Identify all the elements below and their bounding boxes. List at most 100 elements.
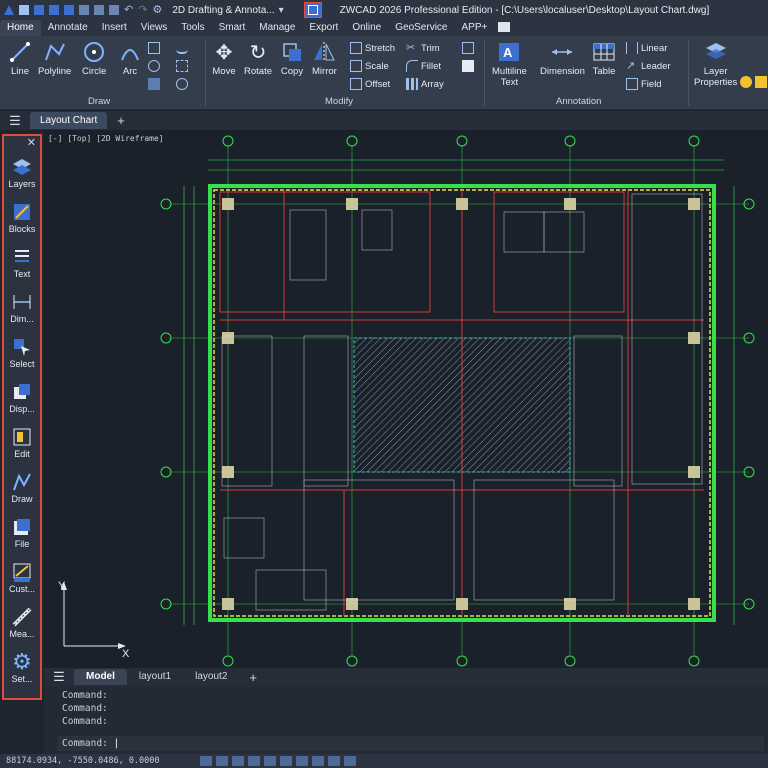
mirror-button[interactable]: Mirror — [312, 40, 337, 77]
panel-settings[interactable]: ⚙ Set... — [4, 651, 40, 685]
tab-model[interactable]: Model — [74, 669, 127, 685]
hatch-tool[interactable] — [148, 78, 160, 90]
app-logo-icon[interactable] — [4, 5, 14, 15]
move-button[interactable]: ✥ Move — [212, 40, 236, 78]
ribbon-tabs: Home Annotate Insert Views Tools Smart M… — [0, 20, 768, 36]
offset-button[interactable]: Offset — [350, 78, 390, 90]
undo-icon[interactable]: ↶ — [124, 5, 133, 16]
close-icon[interactable]: ✕ — [4, 136, 40, 150]
field-icon — [626, 78, 638, 90]
region-tool[interactable] — [176, 60, 188, 72]
command-input[interactable]: Command: | — [58, 736, 764, 751]
circle-label: Circle — [82, 66, 107, 77]
redo-icon[interactable]: ↷ — [138, 5, 147, 16]
tab-layout2[interactable]: layout2 — [183, 669, 239, 685]
snap-mode-icon[interactable] — [200, 756, 212, 766]
copy-button[interactable]: Copy — [280, 40, 304, 77]
panel-measure[interactable]: Mea... — [4, 606, 40, 639]
command-window: Command: Command: Command: Command: | — [44, 686, 768, 754]
field-button[interactable]: Field — [626, 78, 662, 90]
arc-button[interactable]: Arc — [118, 40, 142, 77]
leader-button[interactable]: ↗ Leader — [626, 60, 671, 72]
selection-cycling-icon[interactable] — [344, 756, 356, 766]
tab-geoservice[interactable]: GeoService — [388, 20, 454, 36]
transparency-icon[interactable] — [328, 756, 340, 766]
ortho-mode-icon[interactable] — [232, 756, 244, 766]
ribbon-options-icon[interactable] — [494, 20, 514, 36]
arc-icon — [118, 40, 142, 64]
spline-tool[interactable] — [176, 42, 188, 54]
tab-views[interactable]: Views — [134, 20, 175, 36]
lineweight-icon[interactable] — [312, 756, 324, 766]
tab-online[interactable]: Online — [345, 20, 388, 36]
panel-select[interactable]: Select — [4, 336, 40, 369]
dynamic-input-icon[interactable] — [296, 756, 308, 766]
tab-home[interactable]: Home — [0, 20, 41, 36]
panel-edit[interactable]: Edit — [4, 426, 40, 459]
document-tab-layout-chart[interactable]: Layout Chart — [30, 112, 108, 129]
save-as-icon[interactable] — [64, 5, 74, 15]
panel-layers[interactable]: Layers — [4, 156, 40, 189]
workspace-selector[interactable]: 2D Drafting & Annota... — [172, 5, 274, 16]
menu-icon[interactable]: ☰ — [0, 113, 30, 129]
workspace-dropdown-icon[interactable]: ▾ — [279, 5, 284, 16]
rotate-button[interactable]: ↻ Rotate — [244, 40, 272, 78]
tab-insert[interactable]: Insert — [95, 20, 134, 36]
explode-tool[interactable] — [462, 42, 474, 54]
object-snap-icon[interactable] — [264, 756, 276, 766]
open-file-icon[interactable] — [34, 5, 44, 15]
panel-text[interactable]: Text — [4, 246, 40, 279]
panel-dimension[interactable]: Dim... — [4, 291, 40, 324]
panel-display[interactable]: Disp... — [4, 381, 40, 414]
ellipse-tool[interactable] — [148, 60, 160, 72]
blocks-icon — [14, 204, 30, 220]
tab-smart[interactable]: Smart — [212, 20, 253, 36]
object-snap-tracking-icon[interactable] — [280, 756, 292, 766]
panel-blocks[interactable]: Blocks — [4, 201, 40, 234]
trim-button[interactable]: ✂ Trim — [406, 42, 440, 54]
plot-icon[interactable] — [94, 5, 104, 15]
polyline-button[interactable]: Polyline — [38, 40, 71, 77]
save-icon[interactable] — [49, 5, 59, 15]
grid-display-icon[interactable] — [216, 756, 228, 766]
tab-export[interactable]: Export — [302, 20, 345, 36]
scale-button[interactable]: Scale — [350, 60, 389, 72]
panel-file[interactable]: File — [4, 516, 40, 549]
layer-state-icons[interactable] — [740, 76, 767, 88]
workspace-switch-button[interactable] — [303, 2, 322, 18]
table-button[interactable]: Table — [592, 40, 616, 77]
tab-layout1[interactable]: layout1 — [127, 669, 183, 685]
scale-label: Scale — [365, 60, 389, 72]
draw-group-label[interactable]: Draw — [88, 96, 110, 107]
layout-tabs: ☰ Model layout1 layout2 + — [44, 668, 768, 686]
modify-group-label[interactable]: Modify — [325, 96, 353, 107]
dimension-button[interactable]: Dimension — [540, 40, 585, 77]
tab-annotate[interactable]: Annotate — [41, 20, 95, 36]
linear-dim-button[interactable]: Linear — [626, 42, 667, 54]
drawing-canvas[interactable]: [-] [Top] [2D Wireframe] Y X — [44, 130, 768, 668]
stretch-button[interactable]: Stretch — [350, 42, 395, 54]
rectangle-tool[interactable] — [148, 42, 160, 54]
workspace-gear-icon[interactable]: ⚙ — [152, 5, 162, 16]
annotation-group-label[interactable]: Annotation — [556, 96, 601, 107]
multiline-text-button[interactable]: A Multiline Text — [492, 40, 527, 88]
panel-draw[interactable]: Draw — [4, 471, 40, 504]
line-button[interactable]: Line — [8, 40, 32, 77]
layout-menu-icon[interactable]: ☰ — [44, 669, 74, 685]
add-layout-icon[interactable]: + — [249, 670, 257, 685]
print-icon[interactable] — [79, 5, 89, 15]
array-button[interactable]: Array — [406, 78, 444, 90]
tab-app-plus[interactable]: APP+ — [454, 20, 494, 36]
publish-icon[interactable] — [109, 5, 119, 15]
new-tab-icon[interactable]: + — [117, 113, 125, 128]
tab-manage[interactable]: Manage — [252, 20, 302, 36]
tab-tools[interactable]: Tools — [174, 20, 211, 36]
point-tool[interactable] — [176, 78, 188, 90]
panel-customize[interactable]: Cust... — [4, 561, 40, 594]
circle-button[interactable]: Circle — [82, 40, 106, 77]
erase-tool[interactable] — [462, 60, 474, 72]
fillet-button[interactable]: Fillet — [406, 60, 441, 72]
polar-tracking-icon[interactable] — [248, 756, 260, 766]
layer-properties-button[interactable]: Layer Properties — [694, 40, 737, 88]
new-file-icon[interactable] — [19, 5, 29, 15]
